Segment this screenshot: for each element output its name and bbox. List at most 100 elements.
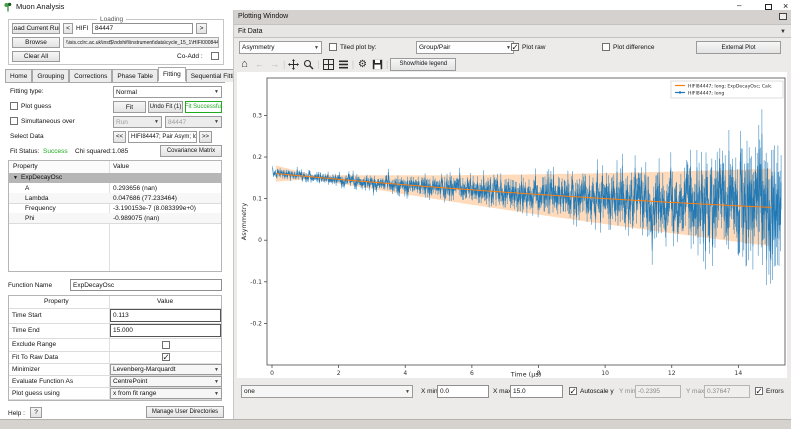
toolbar-separator: | [283,59,285,69]
data-path-field[interactable]: \\isis.cclrc.ac.uk\inst$\ndxhifi\instrum… [63,37,219,48]
plot-guess-checkbox[interactable] [10,102,18,110]
y-max-label: Y max [686,388,704,396]
chevron-down-icon[interactable]: ▼ [780,28,786,36]
help-button[interactable]: ? [30,407,42,418]
clear-all-button[interactable]: Clear All [12,51,60,62]
param-value[interactable]: -0.989075 (nan) [113,215,159,223]
dropdown-arrow-icon: ▼ [212,391,219,397]
tiled-by-select[interactable]: Group/Pair▼ [416,41,514,54]
axes-options-icon[interactable] [337,58,350,71]
x-max-input[interactable] [510,385,563,398]
fit-successful-badge: Fit Successful [185,101,222,113]
x-min-input[interactable] [437,385,489,398]
dropdown-arrow-icon: ▼ [212,89,219,95]
evaluate-function-as-select[interactable]: CentrePoint▼ [110,376,222,387]
tab-grouping[interactable]: Grouping [32,69,69,82]
settings-gear-icon[interactable]: ⚙ [356,58,369,71]
svg-text:6: 6 [470,370,474,377]
time-start-input[interactable] [110,309,221,322]
setting-label: Evaluate Function As [12,378,73,386]
co-add-checkbox[interactable] [211,52,219,60]
minimizer-select[interactable]: Levenberg-Marquardt▼ [110,364,222,375]
covariance-matrix-button[interactable]: Covariance Matrix [160,145,222,157]
plot-guess-using-select[interactable]: x from fit range▼ [110,388,222,399]
exclude-range-checkbox[interactable] [162,341,170,349]
y-min-label: Y min [619,388,636,396]
param-value[interactable]: 0.293656 (nan) [113,185,157,193]
dataset-select[interactable]: HIFI84447; Pair Asym; long; MA▼ [128,131,197,143]
asymmetry-chart[interactable]: 024681012140.30.20.10-0.1-0.2Time (μs)As… [237,72,787,378]
y-max-input [704,385,750,398]
value-column-header: Value [157,298,173,306]
home-icon[interactable]: ⌂ [238,58,251,71]
property-column-header: Property [13,163,38,171]
load-current-run-button[interactable]: Load Current Run [12,23,60,34]
show-hide-legend-button[interactable]: Show/hide legend [390,58,456,71]
svg-text:HIFI84447; long: HIFI84447; long [688,90,724,96]
function-name-input[interactable] [70,279,222,291]
simultaneous-checkbox[interactable] [10,117,18,125]
zoom-icon[interactable] [302,58,315,71]
next-dataset-button[interactable]: >> [199,131,212,143]
subplots-icon[interactable] [322,58,335,71]
setting-label: Fit To Raw Data [12,354,58,362]
value-column-header: Value [113,163,129,171]
time-end-input[interactable] [110,324,221,337]
autoscale-y-checkbox[interactable] [569,387,577,395]
external-plot-button[interactable]: External Plot [696,41,781,54]
plot-selection-select[interactable]: one▼ [241,385,413,398]
svg-text:Time (μs): Time (μs) [510,371,542,379]
tab-corrections[interactable]: Corrections [69,69,112,82]
fit-data-section-header[interactable]: Fit Data ▼ [234,24,791,38]
back-icon[interactable]: ← [253,58,266,71]
autoscale-y-label: Autoscale y [580,388,614,396]
minimize-button[interactable]: – [737,2,741,10]
tiled-plot-checkbox[interactable] [329,43,337,51]
help-label: Help : [8,410,25,418]
select-data-label: Select Data [10,133,44,141]
plot-difference-checkbox[interactable] [602,43,610,51]
tab-bar: Home Grouping Corrections Phase Table Fi… [5,70,225,83]
fit-to-raw-checkbox[interactable] [162,353,170,361]
tab-home[interactable]: Home [5,69,32,82]
param-value[interactable]: 0.047686 (77.233464) [113,195,177,203]
param-name: Phi [25,215,34,223]
fitting-type-select[interactable]: Normal▼ [113,86,222,98]
plot-raw-checkbox[interactable] [511,43,519,51]
close-button[interactable]: × [783,2,788,10]
param-name: Lambda [25,195,49,203]
next-run-button[interactable]: > [196,23,207,34]
plot-type-select[interactable]: Asymmetry▼ [239,41,322,54]
plot-raw-label: Plot raw [522,44,545,52]
setting-label: Time End [12,327,40,335]
fit-button[interactable]: Fit [113,101,146,113]
previous-run-button[interactable]: < [63,23,73,34]
pan-icon[interactable] [287,58,300,71]
param-row[interactable]: Phi -0.989075 (nan) [9,213,221,224]
tab-phase-table[interactable]: Phase Table [112,69,158,82]
svg-text:0.1: 0.1 [252,196,262,203]
save-icon[interactable] [371,58,384,71]
forward-icon[interactable]: → [268,58,281,71]
plot-figure[interactable]: 024681012140.30.20.10-0.1-0.2Time (μs)As… [237,72,787,378]
dropdown-arrow-icon: ▼ [212,367,219,373]
browse-button[interactable]: Browse [12,37,60,48]
run-number-input[interactable] [92,23,193,34]
expand-triangle-icon[interactable]: ▼ [13,174,18,182]
param-value[interactable]: -3.190153e-7 (8.083399e+0) [113,205,196,213]
plotting-window-titlebar[interactable]: Plotting Window [234,10,791,24]
function-group-row[interactable]: ▼ ExpDecayOsc [9,173,221,183]
plot-toolbar: ⌂ ← → | | | ⚙ | Show/hide legend [238,57,456,71]
float-window-icon[interactable] [779,13,787,20]
undo-fit-button[interactable]: Undo Fit (1) [148,101,183,113]
plot-difference-label: Plot difference [613,44,654,52]
svg-text:10: 10 [601,370,609,377]
previous-dataset-button[interactable]: << [113,131,126,143]
setting-label: Time Start [12,312,42,320]
svg-text:0.2: 0.2 [252,154,262,161]
errors-checkbox[interactable] [755,387,763,395]
status-bar [0,419,791,429]
fit-data-label: Fit Data [238,28,263,36]
tab-fitting[interactable]: Fitting [158,67,186,81]
manage-user-directories-button[interactable]: Manage User Directories [146,406,224,418]
